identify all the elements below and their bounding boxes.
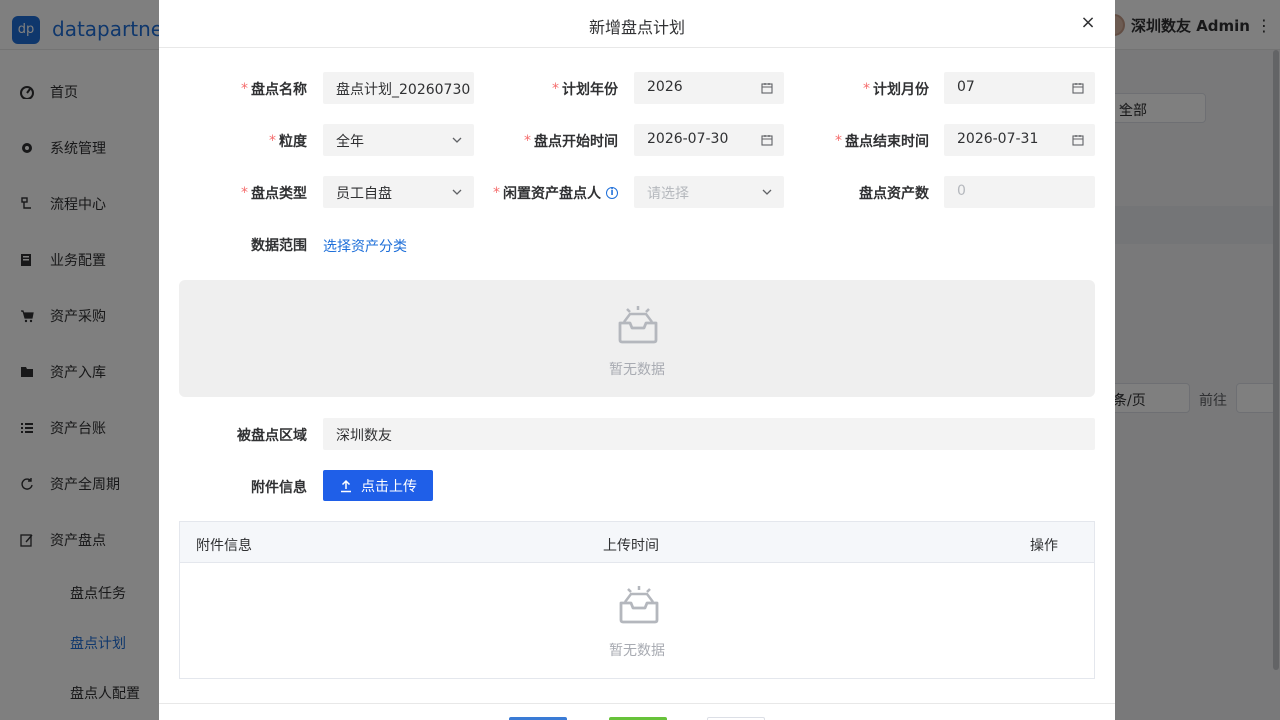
plan-type-select[interactable]: 员工自盘 <box>323 176 474 208</box>
data-scope-label: 数据范围 <box>251 238 307 254</box>
plan-month-label: * 计划月份 <box>863 81 929 98</box>
chevron-down-icon <box>760 185 774 199</box>
calendar-icon <box>760 81 774 95</box>
info-icon[interactable]: i <box>606 187 618 199</box>
plan-type-value: 员工自盘 <box>336 186 392 202</box>
column-header-upload-time: 上传时间 <box>603 538 659 554</box>
chevron-down-icon <box>450 133 464 147</box>
select-category-link[interactable]: 选择资产分类 <box>323 236 407 256</box>
plan-month-picker[interactable]: 07 <box>944 72 1095 104</box>
add-plan-dialog: 新增盘点计划 × * 盘点名称 盘点计划_20260730 * 计划年份 2026 … <box>159 0 1115 720</box>
attachment-label: 附件信息 <box>251 480 307 496</box>
region-value: 深圳数友 <box>336 428 392 444</box>
asset-count-input[interactable]: 0 <box>944 176 1095 208</box>
close-icon[interactable]: × <box>1079 14 1097 32</box>
idle-checker-placeholder: 请选择 <box>647 186 689 202</box>
end-time-value: 2026-07-31 <box>957 131 1039 147</box>
region-label: 被盘点区域 <box>237 428 307 444</box>
plan-name-value: 盘点计划_20260730 <box>336 82 471 98</box>
upload-button[interactable]: 点击上传 <box>323 470 433 501</box>
upload-button-label: 点击上传 <box>361 478 417 495</box>
granularity-label: * 粒度 <box>269 133 307 150</box>
plan-name-label: * 盘点名称 <box>241 81 307 98</box>
asset-count-placeholder: 0 <box>957 183 966 199</box>
column-header-attachment: 附件信息 <box>196 538 252 554</box>
idle-checker-select[interactable]: 请选择 <box>634 176 784 208</box>
start-time-picker[interactable]: 2026-07-30 <box>634 124 784 156</box>
calendar-icon <box>1071 133 1085 147</box>
table-empty-text: 暂无数据 <box>609 643 665 659</box>
chevron-down-icon <box>450 185 464 199</box>
attachment-table: 附件信息 上传时间 操作 暂无数据 <box>179 521 1095 679</box>
plan-year-picker[interactable]: 2026 <box>634 72 784 104</box>
end-time-picker[interactable]: 2026-07-31 <box>944 124 1095 156</box>
granularity-value: 全年 <box>336 134 364 150</box>
region-field[interactable]: 深圳数友 <box>323 418 1095 450</box>
plan-year-label: * 计划年份 <box>552 81 618 98</box>
granularity-select[interactable]: 全年 <box>323 124 474 156</box>
empty-box-icon <box>618 306 658 344</box>
empty-box-icon <box>619 586 659 624</box>
upload-icon <box>341 479 351 492</box>
plan-year-value: 2026 <box>647 79 683 95</box>
table-header: 附件信息 上传时间 操作 <box>180 522 1094 563</box>
category-empty-area: 暂无数据 <box>179 280 1095 397</box>
empty-text: 暂无数据 <box>609 362 665 378</box>
end-time-label: * 盘点结束时间 <box>835 133 929 150</box>
dialog-footer-divider <box>159 703 1115 704</box>
plan-month-value: 07 <box>957 79 975 95</box>
start-time-label: * 盘点开始时间 <box>524 133 618 150</box>
plan-name-input[interactable]: 盘点计划_20260730 <box>323 72 474 104</box>
column-header-actions: 操作 <box>1030 538 1058 554</box>
calendar-icon <box>1071 81 1085 95</box>
dialog-title: 新增盘点计划 <box>588 18 685 37</box>
idle-checker-label: * 闲置资产盘点人 i <box>479 183 618 203</box>
calendar-icon <box>760 133 774 147</box>
asset-count-label: 盘点资产数 <box>859 186 929 202</box>
plan-type-label: * 盘点类型 <box>241 185 307 202</box>
dialog-header: 新增盘点计划 × <box>159 0 1115 48</box>
start-time-value: 2026-07-30 <box>647 131 729 147</box>
